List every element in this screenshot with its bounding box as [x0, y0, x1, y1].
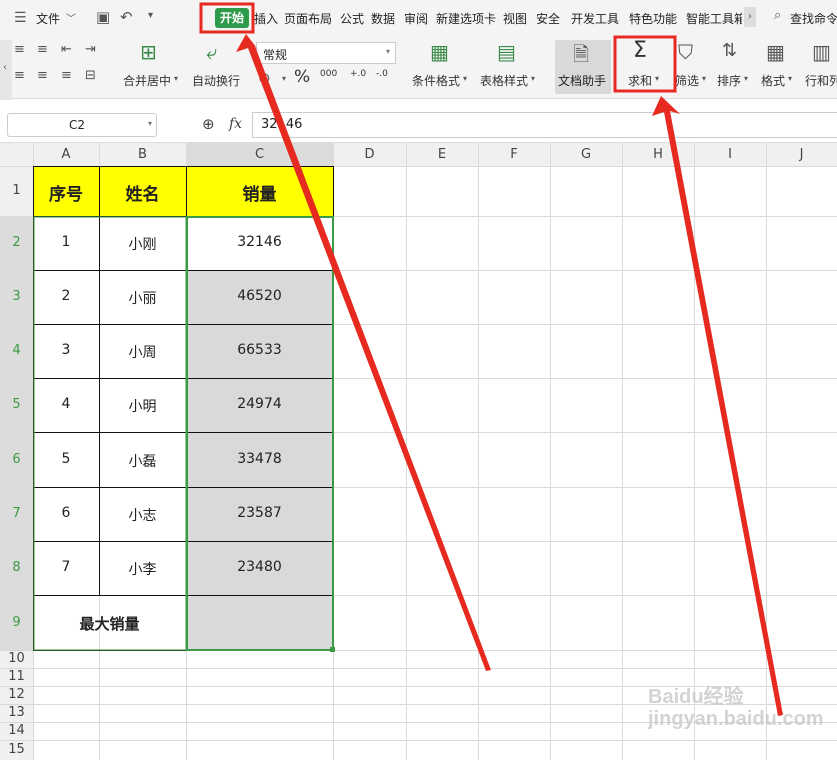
- highlight-home-tab: [199, 2, 255, 34]
- arrow-to-home-tab: [236, 34, 491, 671]
- highlight-sum-button: [613, 35, 677, 93]
- annotation-overlay: [199, 2, 783, 716]
- arrow-to-sum-button: [652, 96, 783, 716]
